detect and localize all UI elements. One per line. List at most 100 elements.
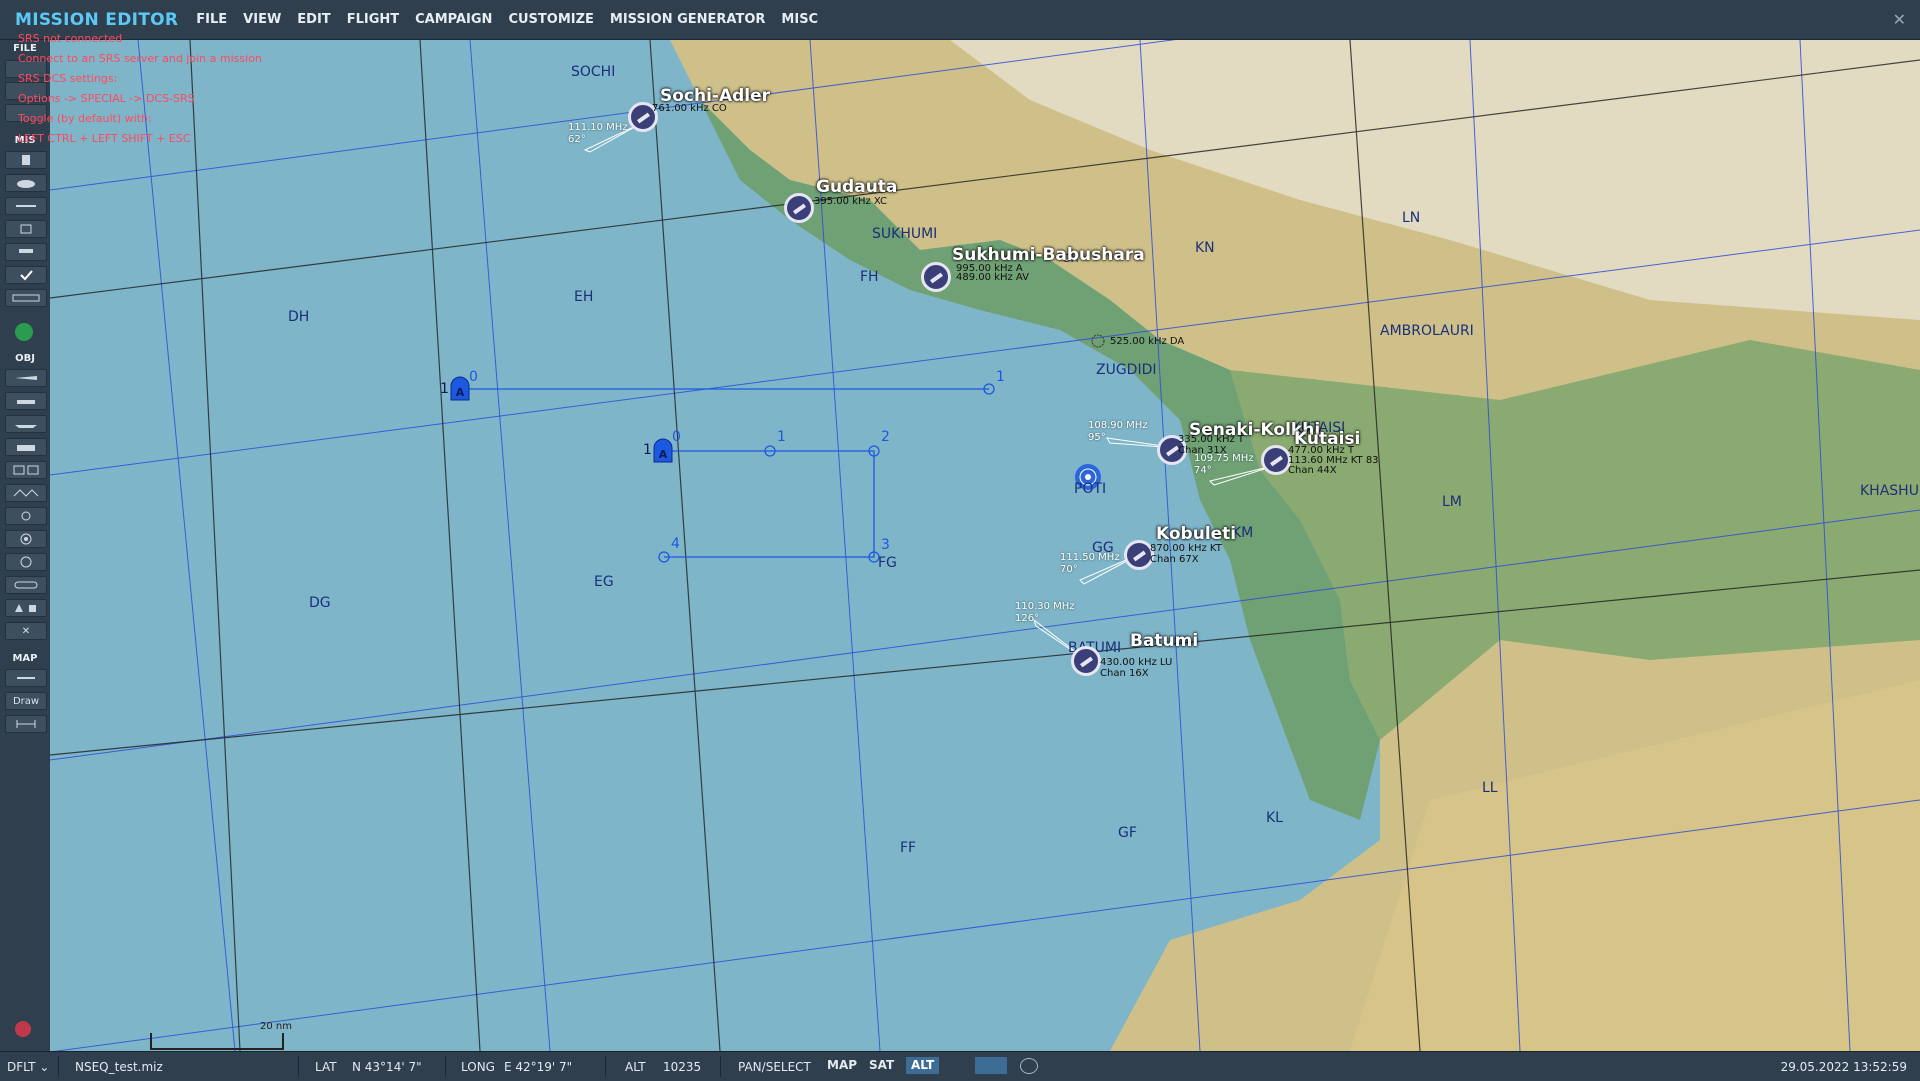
status-bar: DFLT ⌄ NSEQ_test.miz LAT N 43°14' 7" LON… (0, 1051, 1920, 1081)
map-options-icon[interactable] (5, 669, 47, 687)
airfield-icon-kutaisi[interactable] (1261, 445, 1291, 475)
flight-1-wp-0[interactable]: 0 (469, 369, 478, 385)
group-link-icon[interactable] (5, 576, 47, 594)
static-object-icon[interactable] (5, 461, 47, 479)
flight-2-wp-2[interactable]: 2 (881, 429, 890, 445)
srs-status-icon[interactable] (15, 1021, 31, 1037)
grid-label-lm: LM (1442, 494, 1462, 510)
menu-file[interactable]: FILE (188, 12, 235, 27)
vor-label-senaki: 108.90 MHz 95° (1088, 420, 1148, 443)
airfield-info-batumi: 430.00 kHz LU Chan 16X (1100, 657, 1173, 679)
map-layers-icon[interactable] (975, 1057, 1007, 1074)
resource-manager-icon[interactable] (5, 289, 47, 307)
briefing-icon[interactable] (5, 151, 47, 169)
goals-icon[interactable] (5, 243, 47, 261)
weather-icon[interactable] (5, 174, 47, 192)
trigger-zone-icon[interactable] (5, 197, 47, 215)
grid-label-fh: FH (860, 269, 879, 285)
long-label: LONG (461, 1060, 495, 1074)
lat-label: LAT (315, 1060, 337, 1074)
airfield-name-sukhumi[interactable]: Sukhumi-Babushara (952, 245, 1145, 265)
target-icon[interactable] (5, 530, 47, 548)
separator (58, 1056, 59, 1077)
mission-file-name: NSEQ_test.miz (75, 1060, 163, 1074)
map-view-button[interactable]: MAP (822, 1057, 862, 1074)
city-label-poti: POTI (1074, 481, 1107, 497)
menu-edit[interactable]: EDIT (289, 12, 338, 27)
srs-line-3: SRS DCS settings: (18, 72, 118, 85)
airfield-name-kobuleti[interactable]: Kobuleti (1156, 524, 1236, 544)
flight-1-wp-1[interactable]: 1 (996, 369, 1005, 385)
menu-customize[interactable]: CUSTOMIZE (500, 12, 601, 27)
srs-line-6: LEFT CTRL + LEFT SHIFT + ESC (18, 132, 191, 145)
draw-button[interactable]: Draw (5, 692, 47, 710)
ship-group-icon[interactable] (5, 415, 47, 433)
separator (298, 1056, 299, 1077)
vor-label-kutaisi: 109.75 MHz 74° (1194, 453, 1254, 476)
menu-view[interactable]: VIEW (235, 12, 289, 27)
srs-line-1: SRS not connected (18, 32, 123, 45)
alt-value: 10235 (663, 1060, 702, 1074)
triggers-icon[interactable] (5, 220, 47, 238)
airfield-info-kobuleti: 870.00 kHz KT Chan 67X (1150, 543, 1222, 565)
template-icon[interactable] (5, 484, 47, 502)
map-scale-bar (150, 1033, 284, 1050)
sat-view-button[interactable]: SAT (864, 1057, 899, 1074)
airfield-icon-gudauta[interactable] (784, 193, 814, 223)
helicopter-group-icon[interactable] (5, 392, 47, 410)
app-title: MISSION EDITOR (15, 9, 179, 30)
flight-2-wp-4[interactable]: 4 (671, 536, 680, 552)
nav-target-icon[interactable] (5, 553, 47, 571)
ndb-label-zugdidi: 525.00 kHz DA (1110, 336, 1185, 347)
flight-1-marker-letter[interactable]: A (454, 386, 466, 399)
menu-mission-generator[interactable]: MISSION GENERATOR (602, 12, 774, 27)
airfield-info-sochi: 761.00 kHz CO (652, 103, 727, 114)
flight-2-marker-letter[interactable]: A (657, 448, 669, 461)
delete-icon[interactable]: ✕ (5, 622, 47, 640)
grid-label-sochi: SOCHI (571, 64, 616, 80)
flight-route-2[interactable] (658, 445, 880, 563)
separator (720, 1056, 721, 1077)
flight-route-1[interactable] (462, 383, 995, 395)
airfield-name-batumi[interactable]: Batumi (1130, 631, 1198, 651)
flight-2-start-index: 1 (643, 442, 652, 458)
menu-campaign[interactable]: CAMPAIGN (407, 12, 500, 27)
airfield-icon-sukhumi[interactable] (921, 262, 951, 292)
airfield-name-gudauta[interactable]: Gudauta (816, 177, 897, 197)
grid-label-kn: KN (1195, 240, 1215, 256)
flight-2-wp-3[interactable]: 3 (881, 537, 890, 553)
vor-label-sochi: 111.10 MHz 62° (568, 122, 628, 145)
srs-status-overlay: SRS not connected Connect to an SRS serv… (18, 29, 262, 149)
insert-air-defence-icon[interactable] (5, 507, 47, 525)
city-label-zugdidi: ZUGDIDI (1096, 362, 1157, 378)
grid-label-eg: EG (594, 574, 614, 590)
city-label-sukhumi: SUKHUMI (872, 226, 938, 242)
check-icon[interactable] (5, 266, 47, 284)
mode-select-value: DFLT (7, 1060, 36, 1074)
flight-2-wp-1[interactable]: 1 (777, 429, 786, 445)
grid-label-eh: EH (574, 289, 594, 305)
vehicle-group-icon[interactable] (5, 438, 47, 456)
shapes-icon[interactable] (5, 599, 47, 617)
map-view[interactable]: SOCHI DH EH FH KN LN ZUGDIDI AMBROLAURI … (50, 40, 1920, 1051)
menu-flight[interactable]: FLIGHT (339, 12, 407, 27)
grid-label-gf: GF (1118, 825, 1137, 841)
menu-misc[interactable]: MISC (773, 12, 826, 27)
srs-line-4: Options -> SPECIAL -> DCS-SRS (18, 92, 195, 105)
close-icon[interactable]: ✕ (1893, 10, 1906, 29)
airplane-group-icon[interactable] (5, 369, 47, 387)
vor-label-kobuleti: 111.50 MHz 70° (1060, 552, 1120, 575)
settings-icon[interactable] (1020, 1058, 1038, 1074)
flight-2-wp-0[interactable]: 0 (672, 429, 681, 445)
fly-mission-icon[interactable] (15, 323, 33, 341)
pan-select-mode[interactable]: PAN/SELECT (738, 1060, 811, 1074)
menu-bar: MISSION EDITOR FILE VIEW EDIT FLIGHT CAM… (0, 0, 1920, 40)
mode-select[interactable]: DFLT ⌄ (7, 1060, 49, 1074)
airfield-icon-batumi[interactable] (1071, 646, 1101, 676)
map-scale-label: 20 nm (260, 1021, 292, 1032)
alt-view-button[interactable]: ALT (906, 1057, 940, 1074)
long-value: E 42°19' 7" (504, 1060, 573, 1074)
ruler-icon[interactable] (5, 715, 47, 733)
chevron-down-icon: ⌄ (39, 1060, 50, 1074)
airfield-info-gudauta: 395.00 kHz XC (814, 196, 888, 207)
